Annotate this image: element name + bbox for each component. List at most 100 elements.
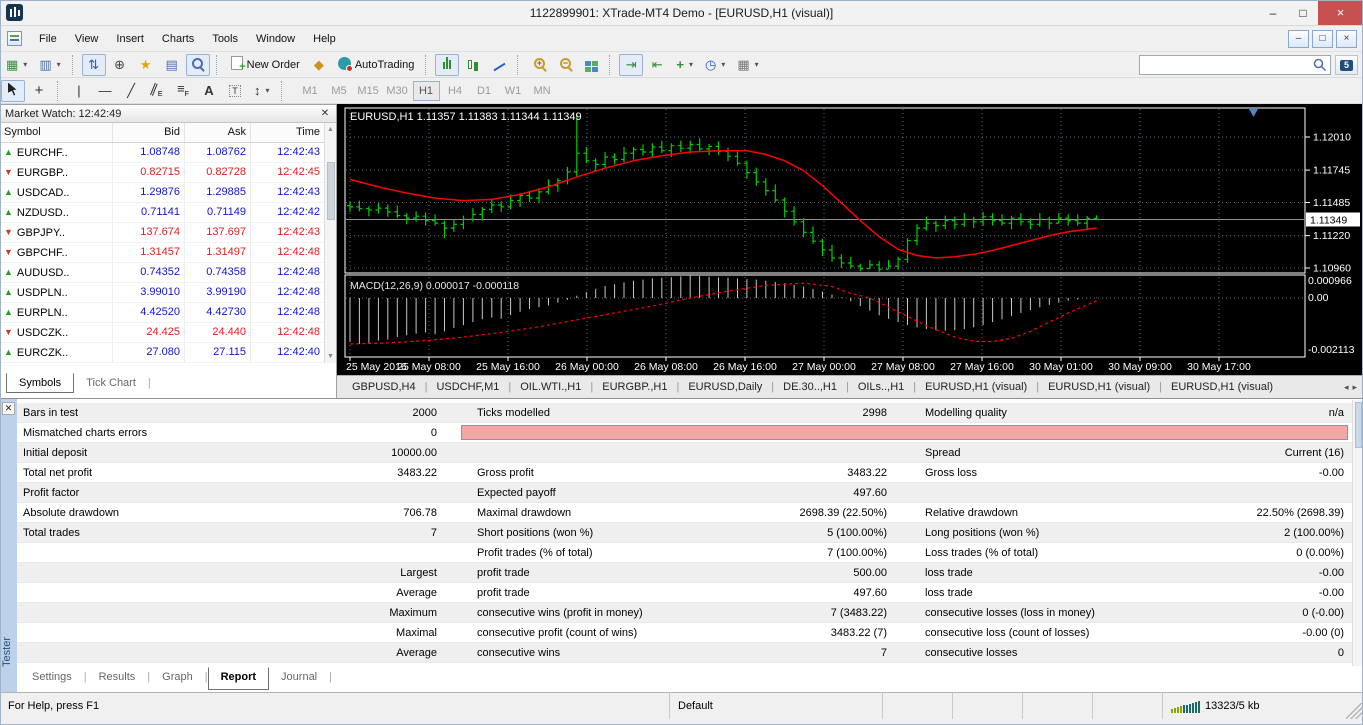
maximize-button[interactable]: □ (1288, 0, 1318, 25)
zoom-in-button[interactable]: + (527, 54, 551, 76)
vertical-line-button[interactable]: | (67, 80, 91, 102)
search-icon[interactable] (1312, 57, 1328, 73)
timeframe-m5[interactable]: M5 (326, 81, 353, 101)
timeframe-m15[interactable]: M15 (355, 81, 382, 101)
terminal-button[interactable]: ▤ (160, 54, 184, 76)
market-watch-row[interactable]: ▲NZDUSD..0.711410.7114912:42:42 (0, 203, 336, 223)
equidistant-channel-button[interactable]: ∥E (145, 80, 169, 102)
tab-symbols[interactable]: Symbols (6, 373, 74, 393)
indicators-button[interactable]: +▾ (671, 54, 698, 76)
market-watch-row[interactable]: ▲EURPLN..4.425204.4273012:42:48 (0, 303, 336, 323)
menu-item-tools[interactable]: Tools (203, 29, 247, 49)
chart-tab[interactable]: EURUSD,H1 (visual) (916, 378, 1036, 396)
timeframe-h4[interactable]: H4 (442, 81, 469, 101)
resize-grip[interactable] (1346, 703, 1362, 719)
column-header-bid[interactable]: Bid (113, 123, 185, 142)
expert-advisors-button[interactable]: ◆ (307, 54, 331, 76)
child-close-button[interactable]: × (1336, 30, 1357, 48)
market-watch-row[interactable]: ▼GBPCHF..1.314571.3149712:42:48 (0, 243, 336, 263)
chart-tab[interactable]: OIL.WTI.,H1 (511, 378, 590, 396)
chart-line-button[interactable] (487, 54, 511, 76)
chart-bars-button[interactable] (435, 54, 459, 76)
chart-tab[interactable]: OILs..,H1 (849, 378, 913, 396)
timeframe-m30[interactable]: M30 (384, 81, 411, 101)
market-watch-row[interactable]: ▲EURCHF..1.087481.0876212:42:43 (0, 143, 336, 163)
market-watch-row[interactable]: ▼EURGBP..0.827150.8272812:42:45 (0, 163, 336, 183)
text-button[interactable]: A (197, 80, 221, 102)
new-order-button[interactable]: +New Order (226, 54, 305, 76)
timeframe-m1[interactable]: M1 (297, 81, 324, 101)
price-chart[interactable]: 1.120101.117451.114851.112201.109601.113… (337, 104, 1363, 375)
tile-windows-button[interactable] (579, 54, 603, 76)
chart-tab[interactable]: EURUSD,H1 (visual) (1039, 378, 1159, 396)
data-window-button[interactable]: ⊕ (108, 54, 132, 76)
chart-tab[interactable]: GBPUSD,H4 (343, 378, 425, 396)
market-watch-row[interactable]: ▲AUDUSD..0.743520.7435812:42:48 (0, 263, 336, 283)
chart-tab[interactable]: USDCHF,M1 (427, 378, 508, 396)
column-header-time[interactable]: Time (251, 123, 325, 142)
column-header-ask[interactable]: Ask (185, 123, 251, 142)
zoom-out-button[interactable]: − (553, 54, 577, 76)
tab-tick-chart[interactable]: Tick Chart (74, 374, 148, 392)
chart-shift-button[interactable]: ⇤ (645, 54, 669, 76)
scrollbar-thumb[interactable] (327, 162, 335, 220)
tab-settings[interactable]: Settings (20, 668, 84, 690)
scroll-left-icon[interactable]: ◂ (1344, 382, 1349, 393)
market-watch-row[interactable]: ▲USDPLN..3.990103.9919012:42:48 (0, 283, 336, 303)
market-watch-row[interactable]: ▲EURCZK..27.08027.11512:42:40 (0, 343, 336, 363)
tab-report[interactable]: Report (208, 667, 269, 690)
child-restore-button[interactable]: □ (1312, 30, 1333, 48)
minimize-button[interactable]: – (1258, 0, 1288, 25)
crosshair-button[interactable]: + (27, 80, 51, 102)
chart-tab[interactable]: EURUSD,H1 (visual) (1162, 378, 1282, 396)
timeframe-mn[interactable]: MN (529, 81, 556, 101)
menu-item-insert[interactable]: Insert (107, 29, 153, 49)
timeframe-d1[interactable]: D1 (471, 81, 498, 101)
chart-tab[interactable]: EURUSD,Daily (679, 378, 771, 396)
market-watch-button[interactable]: ⇅ (82, 54, 106, 76)
market-watch-row[interactable]: ▲USDCAD..1.298761.2988512:42:43 (0, 183, 336, 203)
chart-tab[interactable]: DE.30..,H1 (774, 378, 846, 396)
fibonacci-button[interactable]: ≡F (171, 80, 195, 102)
periods-button[interactable]: ◷▾ (700, 54, 730, 76)
templates-button[interactable]: ▦▾ (732, 54, 763, 76)
chart-candles-button[interactable] (461, 54, 485, 76)
notifications-button[interactable]: 5 (1335, 55, 1358, 75)
arrows-button[interactable]: ↕▾ (249, 80, 275, 102)
menu-item-window[interactable]: Window (247, 29, 304, 49)
tester-close-icon[interactable]: ✕ (2, 402, 15, 415)
navigator-button[interactable]: ★ (134, 54, 158, 76)
search-input[interactable] (1140, 57, 1312, 73)
autotrading-button[interactable]: AutoTrading (333, 54, 420, 76)
status-profile[interactable]: Default (670, 693, 883, 719)
new-chart-button[interactable]: ▦▾ (1, 54, 32, 76)
market-watch-scrollbar[interactable]: ▲ ▼ (324, 123, 336, 363)
timeframe-h1[interactable]: H1 (413, 81, 440, 101)
horizontal-line-button[interactable]: — (93, 80, 117, 102)
tab-graph[interactable]: Graph (150, 668, 205, 690)
market-watch-row[interactable]: ▼GBPJPY..137.674137.69712:42:43 (0, 223, 336, 243)
market-watch-row[interactable]: ▼USDCZK..24.42524.44012:42:48 (0, 323, 336, 343)
column-header-symbol[interactable]: Symbol (0, 123, 113, 142)
scroll-up-icon[interactable]: ▲ (327, 123, 334, 136)
profiles-button[interactable]: ▥▾ (34, 54, 65, 76)
scroll-down-icon[interactable]: ▼ (327, 350, 334, 363)
cursor-button[interactable] (1, 80, 25, 102)
tab-results[interactable]: Results (87, 668, 148, 690)
menu-item-view[interactable]: View (66, 29, 108, 49)
menu-item-file[interactable]: File (30, 29, 66, 49)
menu-item-charts[interactable]: Charts (153, 29, 203, 49)
timeframe-w1[interactable]: W1 (500, 81, 527, 101)
menu-item-help[interactable]: Help (304, 29, 345, 49)
status-connection[interactable]: 13323/5 kb (1163, 693, 1363, 719)
text-label-button[interactable]: T (223, 80, 247, 102)
child-minimize-button[interactable]: – (1288, 30, 1309, 48)
scroll-right-icon[interactable]: ▸ (1352, 382, 1357, 393)
tester-scrollbar-thumb[interactable] (1355, 402, 1362, 448)
tester-scrollbar[interactable] (1352, 400, 1363, 666)
close-button[interactable]: × (1318, 0, 1363, 25)
tab-journal[interactable]: Journal (269, 668, 329, 690)
chart-tab[interactable]: EURGBP.,H1 (593, 378, 676, 396)
market-watch-close-icon[interactable]: ✕ (319, 108, 331, 119)
trendline-button[interactable]: ╱ (119, 80, 143, 102)
